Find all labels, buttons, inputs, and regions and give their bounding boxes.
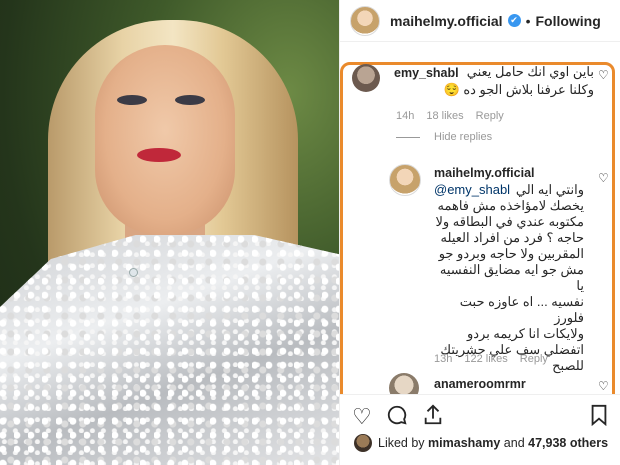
eye-right (175, 95, 205, 105)
post-side-panel: maihelmy.official ✔ • Following emy_shab… (339, 0, 620, 465)
bookmark-icon[interactable] (589, 404, 609, 432)
hide-replies-line (396, 136, 420, 138)
heart-icon[interactable]: ♡ (598, 379, 609, 393)
post-photo[interactable] (0, 0, 339, 465)
comment-text-line2: وكلنا عرفنا بلاش الجو ده 😌 (443, 82, 594, 97)
reply-line: مكتوبه عندي في البطاقه ولا (435, 214, 584, 229)
eye-left (117, 95, 147, 105)
comment-icon[interactable] (386, 404, 408, 432)
reply-line: مش جو ايه مضايق النفسيه يا (439, 262, 584, 293)
reply-line: نفسيه ... اه عاوزه حبت فلورز (459, 294, 584, 325)
hide-replies-label: Hide replies (434, 131, 493, 143)
reply-button[interactable]: Reply (520, 353, 548, 365)
reply-line: وانتي ايه الي (515, 182, 584, 197)
comment-avatar[interactable] (352, 64, 380, 92)
reply-time: 13h (434, 353, 453, 365)
comment-text-line1: باين اوي انك حامل يعني (466, 64, 594, 79)
likes-prefix: Liked by (378, 436, 425, 450)
reply-button[interactable]: Reply (476, 110, 504, 122)
lips (137, 148, 181, 162)
face (95, 45, 235, 235)
heart-icon[interactable]: ♡ (352, 404, 372, 430)
necklace-pendant (129, 268, 138, 277)
heart-icon[interactable]: ♡ (598, 171, 609, 185)
verified-icon: ✔ (507, 14, 521, 27)
sequin-dress (0, 235, 339, 465)
reply-body: @emy_shabl وانتي ايه الي يخصك لامؤاخذه م… (434, 182, 584, 374)
reply-line: ولايكات انا كريمه بردو (466, 326, 584, 341)
likes-user[interactable]: mimashamy (428, 436, 500, 450)
likes-summary: Liked by mimashamy and 47,938 others (354, 434, 608, 452)
reply-line: المقربين ولا حاجه وبردو جو (438, 246, 584, 261)
reply-line: حاجه ؟ فرد من افراد العيله (440, 230, 584, 245)
post-header: maihelmy.official ✔ • Following (340, 0, 620, 42)
comments-list[interactable]: emy_shabl باين اوي انك حامل يعني وكلنا ع… (340, 42, 620, 394)
likes-count[interactable]: 47,938 others (528, 436, 608, 450)
comment-meta: 14h 18 likes Reply (396, 110, 504, 122)
reply-meta: 13h 122 likes Reply (434, 353, 548, 365)
reply-avatar[interactable] (389, 164, 421, 196)
comment-likes[interactable]: 18 likes (426, 110, 463, 122)
header-username[interactable]: maihelmy.official (390, 13, 503, 29)
share-icon[interactable] (422, 404, 444, 432)
avatar[interactable] (350, 5, 380, 36)
heart-icon[interactable]: ♡ (598, 68, 609, 82)
comment-username[interactable]: anameroomrmr (434, 377, 526, 391)
reply-mention[interactable]: @emy_shabl (434, 182, 510, 198)
separator-dot: • (525, 12, 531, 29)
reply-likes[interactable]: 122 likes (464, 353, 507, 365)
reply-line: يخصك لامؤاخذه مش فاهمه (437, 198, 584, 213)
reply-username[interactable]: maihelmy.official (434, 166, 535, 180)
hide-replies-button[interactable]: Hide replies (396, 131, 492, 143)
following-button[interactable]: Following (535, 13, 600, 29)
likes-middle: and (503, 436, 525, 450)
avatar[interactable] (354, 434, 372, 452)
comment-time: 14h (396, 110, 415, 122)
action-bar: ♡ (340, 394, 620, 434)
reply-first-line: @emy_shabl وانتي ايه الي (434, 182, 584, 198)
